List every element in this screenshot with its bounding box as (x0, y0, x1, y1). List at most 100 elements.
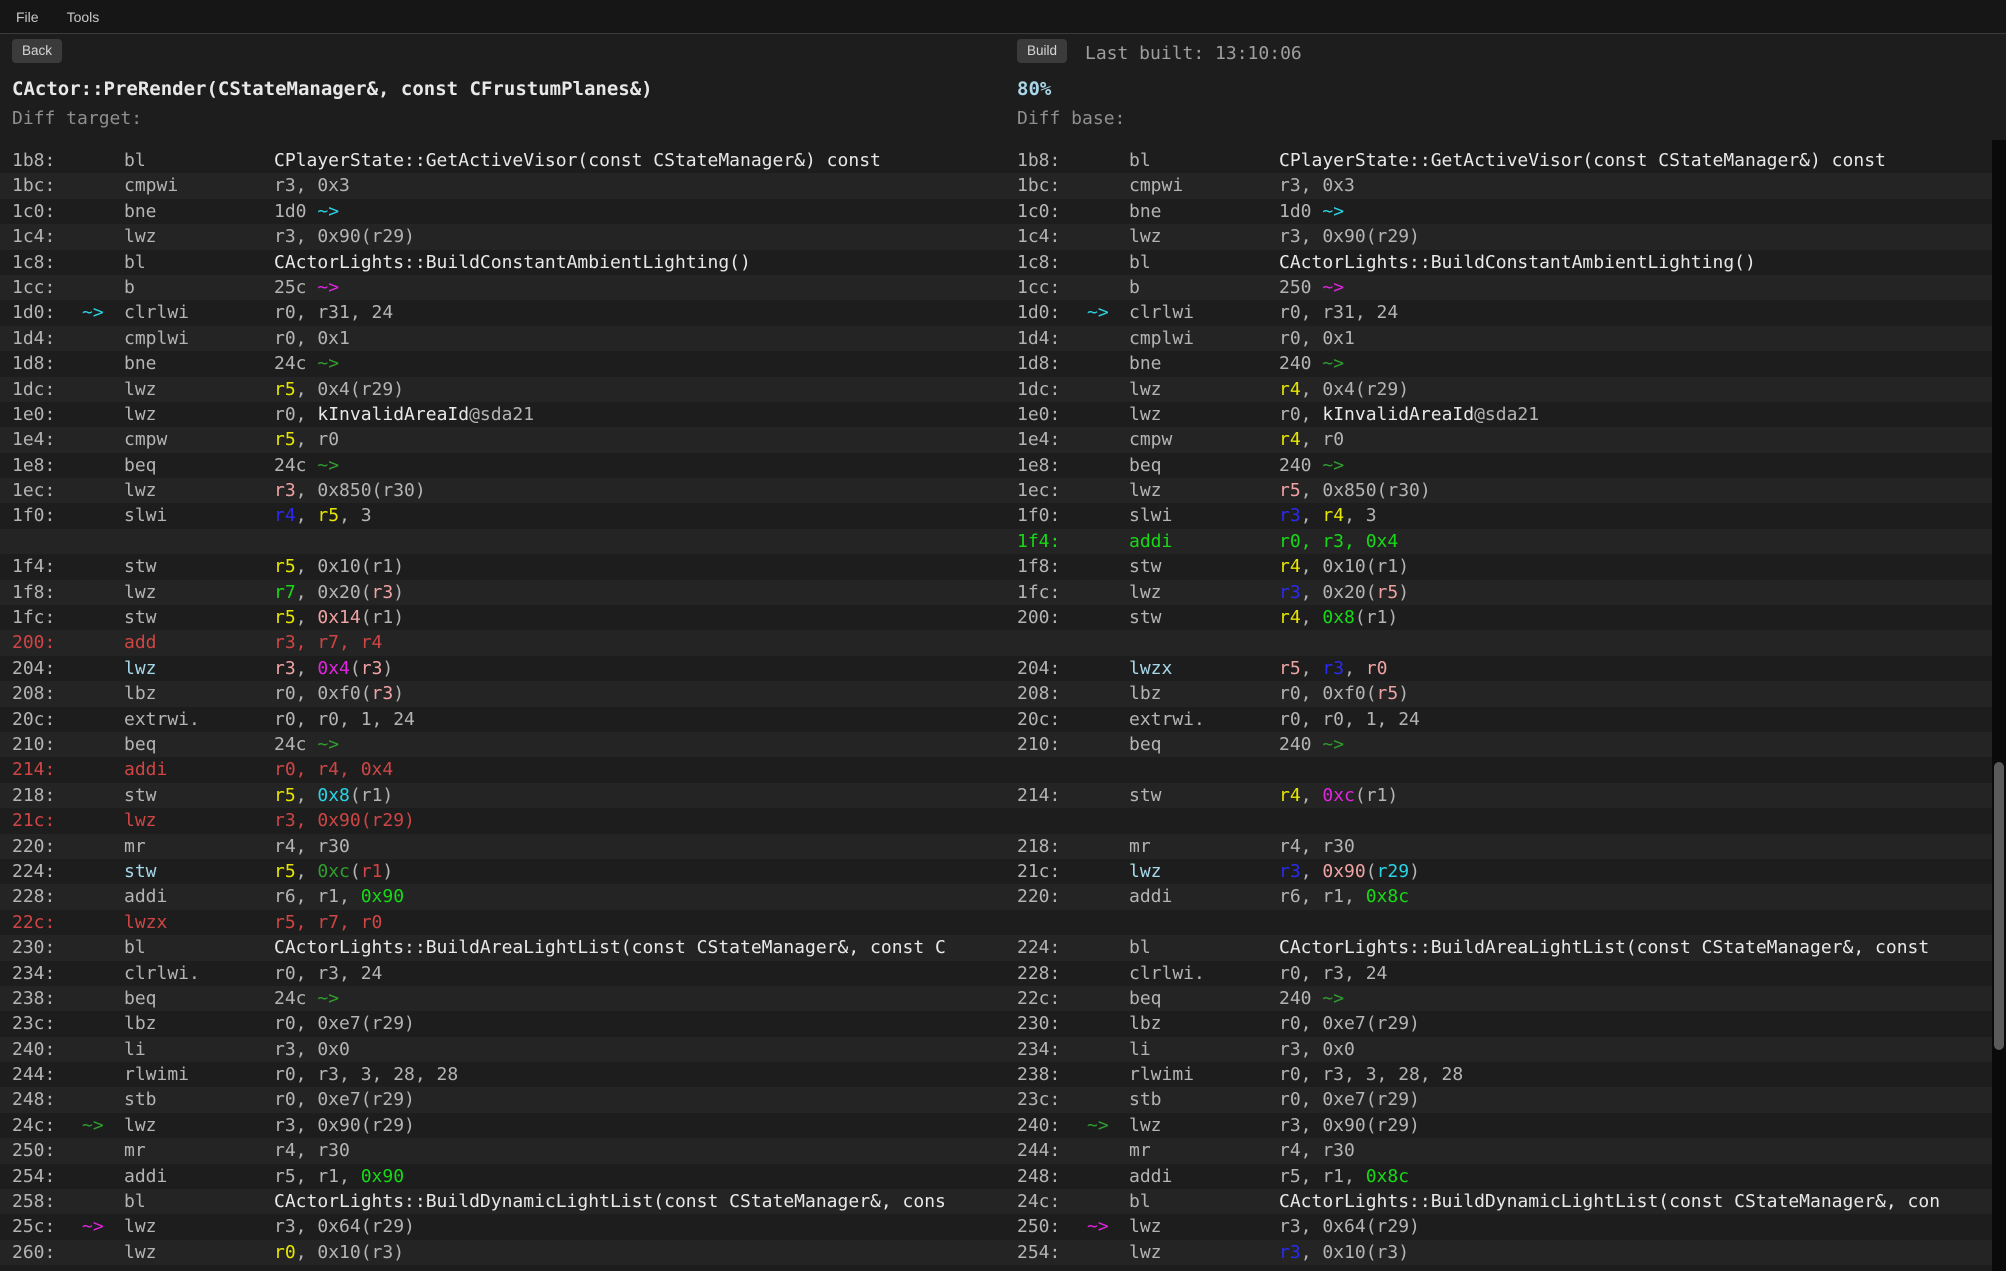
asm-row[interactable]: 1e8:beq240 ~> (1003, 453, 2006, 478)
operand-token: ~> (1322, 277, 1344, 298)
asm-row[interactable]: 218:stwr5, 0x8(r1) (0, 783, 1003, 808)
asm-row[interactable]: 1f8:lwzr7, 0x20(r3) (0, 580, 1003, 605)
asm-row[interactable]: 254:addir5, r1, 0x90 (0, 1164, 1003, 1189)
asm-row[interactable]: 238:beq24c ~> (0, 986, 1003, 1011)
menu-file[interactable]: File (16, 9, 39, 25)
build-button[interactable]: Build (1017, 39, 1067, 63)
asm-row[interactable]: 248:addir5, r1, 0x8c (1003, 1164, 2006, 1189)
asm-row[interactable]: 1c0:bne1d0 ~> (1003, 199, 2006, 224)
back-button[interactable]: Back (12, 39, 62, 63)
asm-row[interactable]: 228:clrlwi.r0, r3, 24 (1003, 961, 2006, 986)
asm-row[interactable]: 230:lbzr0, 0xe7(r29) (1003, 1011, 2006, 1036)
operand-token: ) (393, 683, 404, 704)
asm-row[interactable]: 1d8:bne24c ~> (0, 351, 1003, 376)
asm-row[interactable]: 208:lbzr0, 0xf0(r3) (0, 681, 1003, 706)
asm-row[interactable]: 244:mrr4, r30 (1003, 1138, 2006, 1163)
mnemonic: lwz (1129, 859, 1279, 884)
asm-row[interactable]: 23c:stbr0, 0xe7(r29) (1003, 1087, 2006, 1112)
asm-row[interactable]: 230:blCActorLights::BuildAreaLightList(c… (0, 935, 1003, 960)
asm-row[interactable]: 258:blCActorLights::BuildDynamicLightLis… (0, 1189, 1003, 1214)
asm-row[interactable]: 210:beq24c ~> (0, 732, 1003, 757)
asm-row[interactable]: 24c:blCActorLights::BuildDynamicLightLis… (1003, 1189, 2006, 1214)
asm-row[interactable]: 1f8:stwr4, 0x10(r1) (1003, 554, 2006, 579)
asm-row[interactable]: 1cc:b25c ~> (0, 275, 1003, 300)
asm-row[interactable]: 1f0:slwir3, r4, 3 (1003, 503, 2006, 528)
operand-token: r7 (274, 582, 296, 603)
asm-row[interactable]: 1e0:lwzr0, kInvalidAreaId@sda21 (0, 402, 1003, 427)
asm-row[interactable]: 224:blCActorLights::BuildAreaLightList(c… (1003, 935, 2006, 960)
asm-row[interactable]: 1c8:blCActorLights::BuildConstantAmbient… (0, 250, 1003, 275)
asm-row[interactable]: 204:lwzr3, 0x4(r3) (0, 656, 1003, 681)
asm-row[interactable]: 24c:~>lwzr3, 0x90(r29) (0, 1113, 1003, 1138)
asm-row[interactable]: 1b8:blCPlayerState::GetActiveVisor(const… (0, 148, 1003, 173)
asm-row[interactable]: 200:addr3, r7, r4 (0, 630, 1003, 655)
asm-row[interactable]: 1ec:lwzr5, 0x850(r30) (1003, 478, 2006, 503)
asm-row[interactable]: 1c8:blCActorLights::BuildConstantAmbient… (1003, 250, 2006, 275)
row-address: 1d4: (1017, 326, 1087, 351)
asm-row[interactable]: 220:mrr4, r30 (0, 834, 1003, 859)
scrollbar-track[interactable] (1992, 140, 2006, 1271)
asm-row[interactable]: 1d0:~>clrlwir0, r31, 24 (1003, 300, 2006, 325)
asm-row[interactable]: 1fc:lwzr3, 0x20(r5) (1003, 580, 2006, 605)
asm-row[interactable]: 1bc:cmpwir3, 0x3 (1003, 173, 2006, 198)
asm-row[interactable]: 218:mrr4, r30 (1003, 834, 2006, 859)
asm-row[interactable]: 250:mrr4, r30 (0, 1138, 1003, 1163)
asm-row[interactable]: 1c4:lwzr3, 0x90(r29) (0, 224, 1003, 249)
asm-row[interactable]: 1cc:b250 ~> (1003, 275, 2006, 300)
asm-row[interactable]: 254:lwzr3, 0x10(r3) (1003, 1240, 2006, 1265)
menu-tools[interactable]: Tools (67, 9, 100, 25)
asm-row[interactable]: 1d4:cmplwir0, 0x1 (1003, 326, 2006, 351)
asm-row[interactable]: 210:beq240 ~> (1003, 732, 2006, 757)
asm-row[interactable]: 200:stwr4, 0x8(r1) (1003, 605, 2006, 630)
asm-row[interactable]: 214:addir0, r4, 0x4 (0, 757, 1003, 782)
asm-row[interactable]: 250:~>lwzr3, 0x64(r29) (1003, 1214, 2006, 1239)
asm-row[interactable]: 1bc:cmpwir3, 0x3 (0, 173, 1003, 198)
asm-row[interactable]: 1e4:cmpwr4, r0 (1003, 427, 2006, 452)
asm-row[interactable]: 1f4:stwr5, 0x10(r1) (0, 554, 1003, 579)
asm-row[interactable]: 22c:lwzxr5, r7, r0 (0, 910, 1003, 935)
asm-row[interactable]: 244:rlwimir0, r3, 3, 28, 28 (0, 1062, 1003, 1087)
branch-arrow-empty (82, 326, 124, 351)
asm-row[interactable]: 1dc:lwzr4, 0x4(r29) (1003, 377, 2006, 402)
asm-row[interactable]: 204:lwzxr5, r3, r0 (1003, 656, 2006, 681)
asm-row[interactable]: 220:addir6, r1, 0x8c (1003, 884, 2006, 909)
asm-row[interactable]: 234:lir3, 0x0 (1003, 1037, 2006, 1062)
asm-row[interactable]: 21c:lwzr3, 0x90(r29) (1003, 859, 2006, 884)
asm-row[interactable]: 1b8:blCPlayerState::GetActiveVisor(const… (1003, 148, 2006, 173)
asm-row[interactable]: 1c4:lwzr3, 0x90(r29) (1003, 224, 2006, 249)
asm-row[interactable]: 21c:lwzr3, 0x90(r29) (0, 808, 1003, 833)
asm-row[interactable]: 1fc:stwr5, 0x14(r1) (0, 605, 1003, 630)
mnemonic: stw (1129, 783, 1279, 808)
asm-row[interactable]: 1d0:~>clrlwir0, r31, 24 (0, 300, 1003, 325)
asm-row[interactable]: 22c:beq240 ~> (1003, 986, 2006, 1011)
asm-row[interactable]: 238:rlwimir0, r3, 3, 28, 28 (1003, 1062, 2006, 1087)
scrollbar-thumb[interactable] (1994, 762, 2004, 1050)
operands: r0, 0xe7(r29) (1279, 1087, 2006, 1112)
asm-row[interactable]: 1d4:cmplwir0, 0x1 (0, 326, 1003, 351)
asm-row[interactable]: 248:stbr0, 0xe7(r29) (0, 1087, 1003, 1112)
asm-row[interactable]: 1d8:bne240 ~> (1003, 351, 2006, 376)
asm-row[interactable]: 1ec:lwzr3, 0x850(r30) (0, 478, 1003, 503)
asm-row[interactable]: 240:lir3, 0x0 (0, 1037, 1003, 1062)
asm-row[interactable]: 25c:~>lwzr3, 0x64(r29) (0, 1214, 1003, 1239)
asm-row[interactable]: 20c:extrwi.r0, r0, 1, 24 (1003, 707, 2006, 732)
asm-row[interactable]: 228:addir6, r1, 0x90 (0, 884, 1003, 909)
asm-row[interactable]: 208:lbzr0, 0xf0(r5) (1003, 681, 2006, 706)
asm-row[interactable]: 240:~>lwzr3, 0x90(r29) (1003, 1113, 2006, 1138)
asm-row[interactable]: 214:stwr4, 0xc(r1) (1003, 783, 2006, 808)
asm-row[interactable]: 260:lwzr0, 0x10(r3) (0, 1240, 1003, 1265)
asm-row[interactable]: 1e0:lwzr0, kInvalidAreaId@sda21 (1003, 402, 2006, 427)
asm-row[interactable]: 224:stwr5, 0xc(r1) (0, 859, 1003, 884)
asm-row[interactable]: 1e4:cmpwr5, r0 (0, 427, 1003, 452)
asm-row[interactable]: 1e8:beq24c ~> (0, 453, 1003, 478)
asm-row[interactable]: 234:clrlwi.r0, r3, 24 (0, 961, 1003, 986)
asm-row[interactable]: 1f4:addir0, r3, 0x4 (1003, 529, 2006, 554)
asm-row[interactable]: 1dc:lwzr5, 0x4(r29) (0, 377, 1003, 402)
asm-row[interactable]: 1c0:bne1d0 ~> (0, 199, 1003, 224)
operand-token: 1d0 (1279, 201, 1322, 222)
row-address: 240: (12, 1037, 82, 1062)
asm-row[interactable]: 1f0:slwir4, r5, 3 (0, 503, 1003, 528)
asm-row[interactable]: 23c:lbzr0, 0xe7(r29) (0, 1011, 1003, 1036)
asm-row[interactable]: 20c:extrwi.r0, r0, 1, 24 (0, 707, 1003, 732)
operands: r0, r31, 24 (1279, 300, 2006, 325)
